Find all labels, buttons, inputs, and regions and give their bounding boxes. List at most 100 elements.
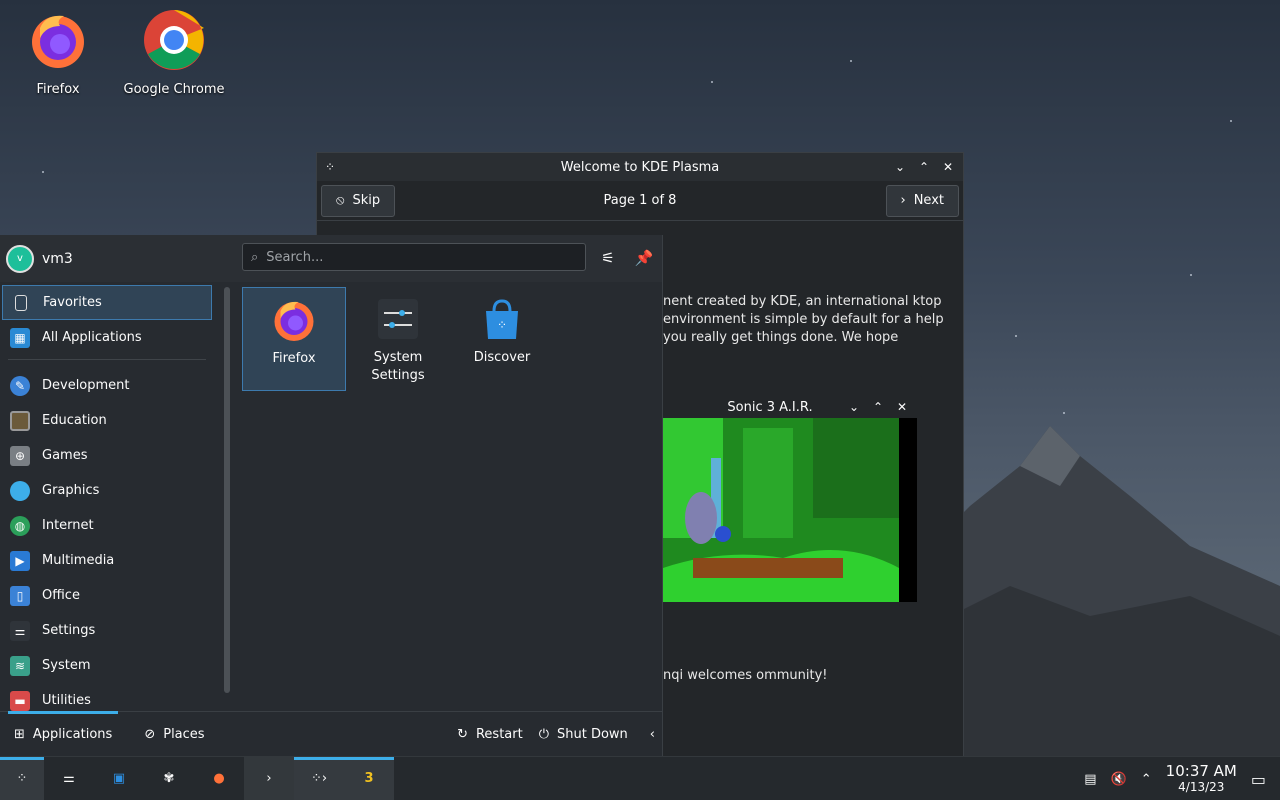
settings-icon: ⚌ [10,620,30,641]
category-graphics[interactable]: Graphics [2,473,212,508]
firefox-icon: ● [213,771,225,786]
avatar[interactable]: v [6,244,34,273]
taskbar-firefox[interactable]: ● [194,757,244,800]
restart-icon: ↻ [457,726,468,742]
category-multimedia[interactable]: ▶ Multimedia [2,543,212,578]
category-label: Multimedia [42,553,115,568]
restart-button[interactable]: ↻ Restart [457,727,523,742]
shutdown-button[interactable]: ⏻ Shut Down [539,727,628,742]
welcome-body-text: nent created by KDE, an international kt… [663,294,944,345]
app-label: Discover [473,350,531,365]
app-discover[interactable]: ⁘ Discover [450,287,554,391]
chevron-up-icon[interactable]: ⌃ [1141,772,1152,787]
digital-clock[interactable]: 10:37 AM 4/13/23 [1166,763,1237,795]
more-button[interactable]: ‹ [650,727,655,742]
category-label: Office [42,588,80,603]
tab-label: Places [163,726,205,742]
category-all-applications[interactable]: ▦ All Applications [2,320,212,355]
launcher-header: v vm3 ⌕ ⚟ 📌 [0,235,662,282]
category-office[interactable]: ▯ Office [2,578,212,613]
app-firefox[interactable]: Firefox [242,287,346,391]
minimize-icon[interactable]: ⌄ [847,400,861,414]
development-icon: ✎ [10,375,30,396]
taskbar-system-settings[interactable]: ⚌ [44,757,94,800]
category-games[interactable]: ⊕ Games [2,438,212,473]
taskbar-welcome[interactable]: ⁘› [294,756,344,800]
maximize-icon[interactable]: ⌃ [871,400,885,414]
coral-icon: ✾ [163,771,175,786]
desktop-google-chrome[interactable]: Google Chrome [119,8,229,97]
category-label: All Applications [42,330,142,345]
pin-icon[interactable]: 📌 [633,247,655,269]
close-icon[interactable]: ✕ [895,400,909,414]
sonic-window: Sonic 3 A.I.R. ⌄ ⌃ ✕ [663,396,917,606]
category-label: Settings [42,623,96,638]
desktop-icon-label: Google Chrome [123,82,225,97]
education-icon [10,410,30,431]
configure-icon[interactable]: ⚟ [597,247,619,269]
restart-label: Restart [475,726,523,742]
welcome-titlebar[interactable]: ⁘ Welcome to KDE Plasma ⌄ ⌃ ✕ [317,153,963,181]
close-icon[interactable]: ✕ [941,160,955,174]
category-label: Education [42,413,107,428]
category-label: System [42,658,91,673]
welcome-body-text-2: nqi welcomes ommunity! [663,668,828,683]
taskbar: ⁘ ⚌ ▣ ✾ ● › ⁘› 3 ▤ 🔇 ⌃ 10:37 AM 4/13/23 … [0,756,1280,800]
taskbar-app[interactable]: ✾ [144,757,194,800]
globe-icon: ◍ [10,515,30,536]
compass-icon: ⊘ [144,726,156,742]
sonic-titlebar[interactable]: Sonic 3 A.I.R. ⌄ ⌃ ✕ [663,396,917,418]
maximize-icon[interactable]: ⌃ [917,160,931,174]
tab-applications[interactable]: ⊞ Applications [8,710,119,757]
clock-time: 10:37 AM [1165,762,1237,780]
category-system[interactable]: ≋ System [2,648,212,683]
category-development[interactable]: ✎ Development [2,368,212,403]
power-icon: ⏻ [538,726,549,742]
launcher-button[interactable]: ⁘ [0,756,44,800]
app-label: System Settings [371,350,425,383]
taskbar-sonic[interactable]: 3 [344,756,394,800]
category-settings[interactable]: ⚌ Settings [2,613,212,648]
gamepad-icon: ⊕ [10,445,30,466]
username: vm3 [42,250,73,267]
minimize-icon[interactable]: ⌄ [893,160,907,174]
taskbar-terminal[interactable]: › [244,756,294,800]
discover-icon: ⁘ [486,299,518,339]
category-label: Internet [42,518,94,533]
category-internet[interactable]: ◍ Internet [2,508,212,543]
window-title: Welcome to KDE Plasma [560,159,720,175]
volume-muted-icon[interactable]: 🔇 [1111,772,1127,787]
category-favorites[interactable]: Favorites [2,285,212,320]
search-icon: ⌕ [251,249,259,265]
multimedia-icon: ▶ [10,550,30,571]
clipboard-icon[interactable]: ▤ [1084,772,1096,787]
app-system-settings[interactable]: System Settings [346,287,450,391]
desktop-firefox[interactable]: Firefox [3,8,113,97]
svg-text:⁘: ⁘ [497,318,507,332]
category-education[interactable]: Education [2,403,212,438]
discover-icon: ▣ [112,771,126,786]
kde-launcher-icon: ⁘ [16,771,28,786]
divider [8,359,206,360]
category-label: Games [42,448,88,463]
search-input[interactable] [266,249,577,265]
taskbar-discover[interactable]: ▣ [94,757,144,800]
category-label: Graphics [42,483,100,498]
application-launcher: v vm3 ⌕ ⚟ 📌 Favorites ▦ All Applications… [0,235,663,756]
firefox-icon [32,15,84,68]
tab-places[interactable]: ⊘ Places [138,712,210,757]
search-box[interactable]: ⌕ [242,243,586,271]
category-label: Utilities [42,693,91,708]
bookmark-icon [15,294,27,311]
category-scrollbar[interactable] [224,287,230,693]
clock-date: 4/13/23 [1178,780,1225,794]
system-settings-icon [378,299,418,339]
category-label: Favorites [43,295,102,310]
category-label: Development [42,378,130,393]
launcher-footer: ⊞ Applications ⊘ Places ↻ Restart ⏻ Shut… [0,710,663,757]
game-viewport[interactable] [663,418,917,602]
show-desktop-icon[interactable]: ▭ [1251,770,1266,789]
shutdown-label: Shut Down [557,726,628,742]
app-label: Firefox [272,351,316,366]
grid-icon: ⊞ [14,726,25,742]
